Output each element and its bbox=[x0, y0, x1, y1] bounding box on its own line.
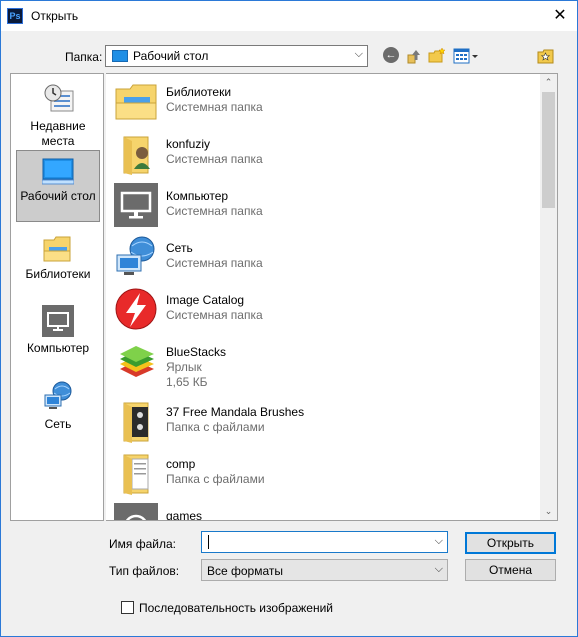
close-icon: ✕ bbox=[553, 7, 567, 24]
up-folder-icon bbox=[407, 50, 420, 64]
file-name: comp bbox=[166, 457, 196, 471]
file-name: konfuziy bbox=[166, 137, 211, 151]
file-name: games bbox=[166, 509, 203, 521]
file-name: Image Catalog bbox=[166, 293, 245, 307]
cancel-button[interactable]: Отмена bbox=[465, 559, 556, 581]
image-sequence-checkbox[interactable] bbox=[121, 601, 134, 614]
title-bar: Ps Открыть ✕ bbox=[1, 1, 577, 31]
filetype-select[interactable]: Все форматы ⌵ bbox=[201, 559, 448, 581]
place-label: Библиотеки bbox=[25, 267, 91, 281]
place-network[interactable]: Сеть bbox=[16, 378, 100, 438]
filetype-select-value: Все форматы bbox=[207, 564, 284, 578]
place-label: Компьютер bbox=[26, 341, 90, 355]
chevron-down-icon: ⌵ bbox=[434, 563, 443, 575]
file-type: Системная папка bbox=[166, 204, 263, 218]
desktop-icon bbox=[112, 50, 128, 62]
computer-icon bbox=[114, 183, 158, 227]
place-label: Недавние места bbox=[30, 119, 86, 148]
view-menu-button[interactable] bbox=[453, 47, 479, 65]
folder-icon bbox=[123, 454, 149, 495]
file-type: Ярлык bbox=[166, 360, 202, 374]
file-name: BlueStacks bbox=[166, 345, 227, 359]
list-item[interactable]: Компьютер Системная папка bbox=[110, 180, 535, 230]
file-type: Системная папка bbox=[166, 100, 263, 114]
list-item[interactable]: konfuziy Системная папка bbox=[110, 128, 535, 178]
folder-label: Папка: bbox=[65, 50, 103, 64]
open-button[interactable]: Открыть bbox=[465, 532, 556, 554]
file-type: Системная папка bbox=[166, 152, 263, 166]
network-icon bbox=[116, 236, 155, 275]
recent-places-icon bbox=[44, 84, 74, 112]
network-icon bbox=[44, 381, 72, 409]
back-icon: ← bbox=[383, 47, 399, 63]
file-name: Библиотеки bbox=[166, 85, 232, 99]
list-item[interactable]: 37 Free Mandala Brushes Папка с файлами bbox=[110, 396, 535, 446]
close-button[interactable]: ✕ bbox=[547, 4, 573, 28]
file-type: Папка с файлами bbox=[166, 472, 265, 486]
back-button[interactable]: ← bbox=[383, 47, 401, 65]
place-libraries[interactable]: Библиотеки bbox=[16, 230, 100, 290]
desktop-icon bbox=[42, 158, 74, 185]
scroll-up-icon[interactable]: ⌃ bbox=[540, 74, 557, 91]
libraries-icon bbox=[43, 236, 71, 262]
folder-select-value: Рабочий стол bbox=[133, 49, 209, 63]
new-folder-button[interactable] bbox=[428, 47, 446, 65]
file-name: 37 Free Mandala Brushes bbox=[166, 405, 305, 419]
scroll-down-icon[interactable]: ⌄ bbox=[540, 503, 557, 520]
file-type: Папка с файлами bbox=[166, 420, 265, 434]
chevron-down-icon: ⌵ bbox=[354, 48, 363, 60]
place-computer[interactable]: Компьютер bbox=[16, 302, 100, 362]
user-folder-icon bbox=[123, 136, 150, 175]
photoshop-app-icon: Ps bbox=[7, 8, 23, 24]
file-type: Системная папка bbox=[166, 256, 263, 270]
filename-input[interactable] bbox=[205, 533, 425, 551]
computer-icon bbox=[42, 305, 74, 337]
view-menu-icon bbox=[453, 48, 478, 64]
list-item[interactable]: Image Catalog Системная папка bbox=[110, 284, 535, 334]
up-folder-button[interactable] bbox=[405, 47, 423, 65]
place-label: Сеть bbox=[44, 417, 72, 431]
bluestacks-icon bbox=[120, 346, 154, 377]
favorites-button[interactable] bbox=[537, 47, 555, 65]
list-item[interactable]: comp Папка с файлами bbox=[110, 448, 535, 498]
libraries-icon bbox=[115, 84, 157, 120]
file-list-scrollbar[interactable]: ⌃ ⌄ bbox=[540, 74, 557, 520]
places-bar: Недавние места Рабочий стол Библиотеки К… bbox=[10, 73, 104, 521]
filename-field[interactable]: ⌵ bbox=[201, 531, 448, 553]
image-catalog-icon bbox=[115, 288, 157, 330]
list-item[interactable]: Сеть Системная папка bbox=[110, 232, 535, 282]
window-title: Открыть bbox=[31, 9, 79, 23]
file-type: Системная папка bbox=[166, 308, 263, 322]
filename-label: Имя файла: bbox=[109, 537, 176, 551]
open-dialog: Ps Открыть ✕ Папка: Рабочий стол ⌵ ← Нед… bbox=[0, 0, 578, 637]
games-icon bbox=[114, 503, 158, 520]
chevron-down-icon[interactable]: ⌵ bbox=[435, 535, 443, 548]
file-size: 1,65 КБ bbox=[166, 375, 208, 389]
place-recent[interactable]: Недавние места bbox=[16, 80, 100, 148]
folder-select[interactable]: Рабочий стол ⌵ bbox=[105, 45, 368, 67]
folder-icon bbox=[123, 402, 149, 443]
list-item[interactable]: Библиотеки Системная папка bbox=[110, 76, 535, 126]
file-list: Библиотеки Системная папка konfuziy Сист… bbox=[106, 73, 558, 521]
new-folder-icon bbox=[428, 47, 446, 63]
list-item[interactable]: games bbox=[110, 500, 535, 521]
filetype-label: Тип файлов: bbox=[109, 564, 180, 578]
place-label: Рабочий стол bbox=[20, 189, 96, 203]
place-desktop[interactable]: Рабочий стол bbox=[16, 150, 100, 222]
file-name: Сеть bbox=[166, 241, 193, 255]
image-sequence-label: Последовательность изображений bbox=[139, 601, 334, 615]
file-name: Компьютер bbox=[166, 189, 229, 203]
favorites-icon bbox=[537, 49, 554, 64]
scrollbar-thumb[interactable] bbox=[542, 92, 555, 208]
list-item[interactable]: BlueStacks Ярлык 1,65 КБ bbox=[110, 336, 535, 396]
